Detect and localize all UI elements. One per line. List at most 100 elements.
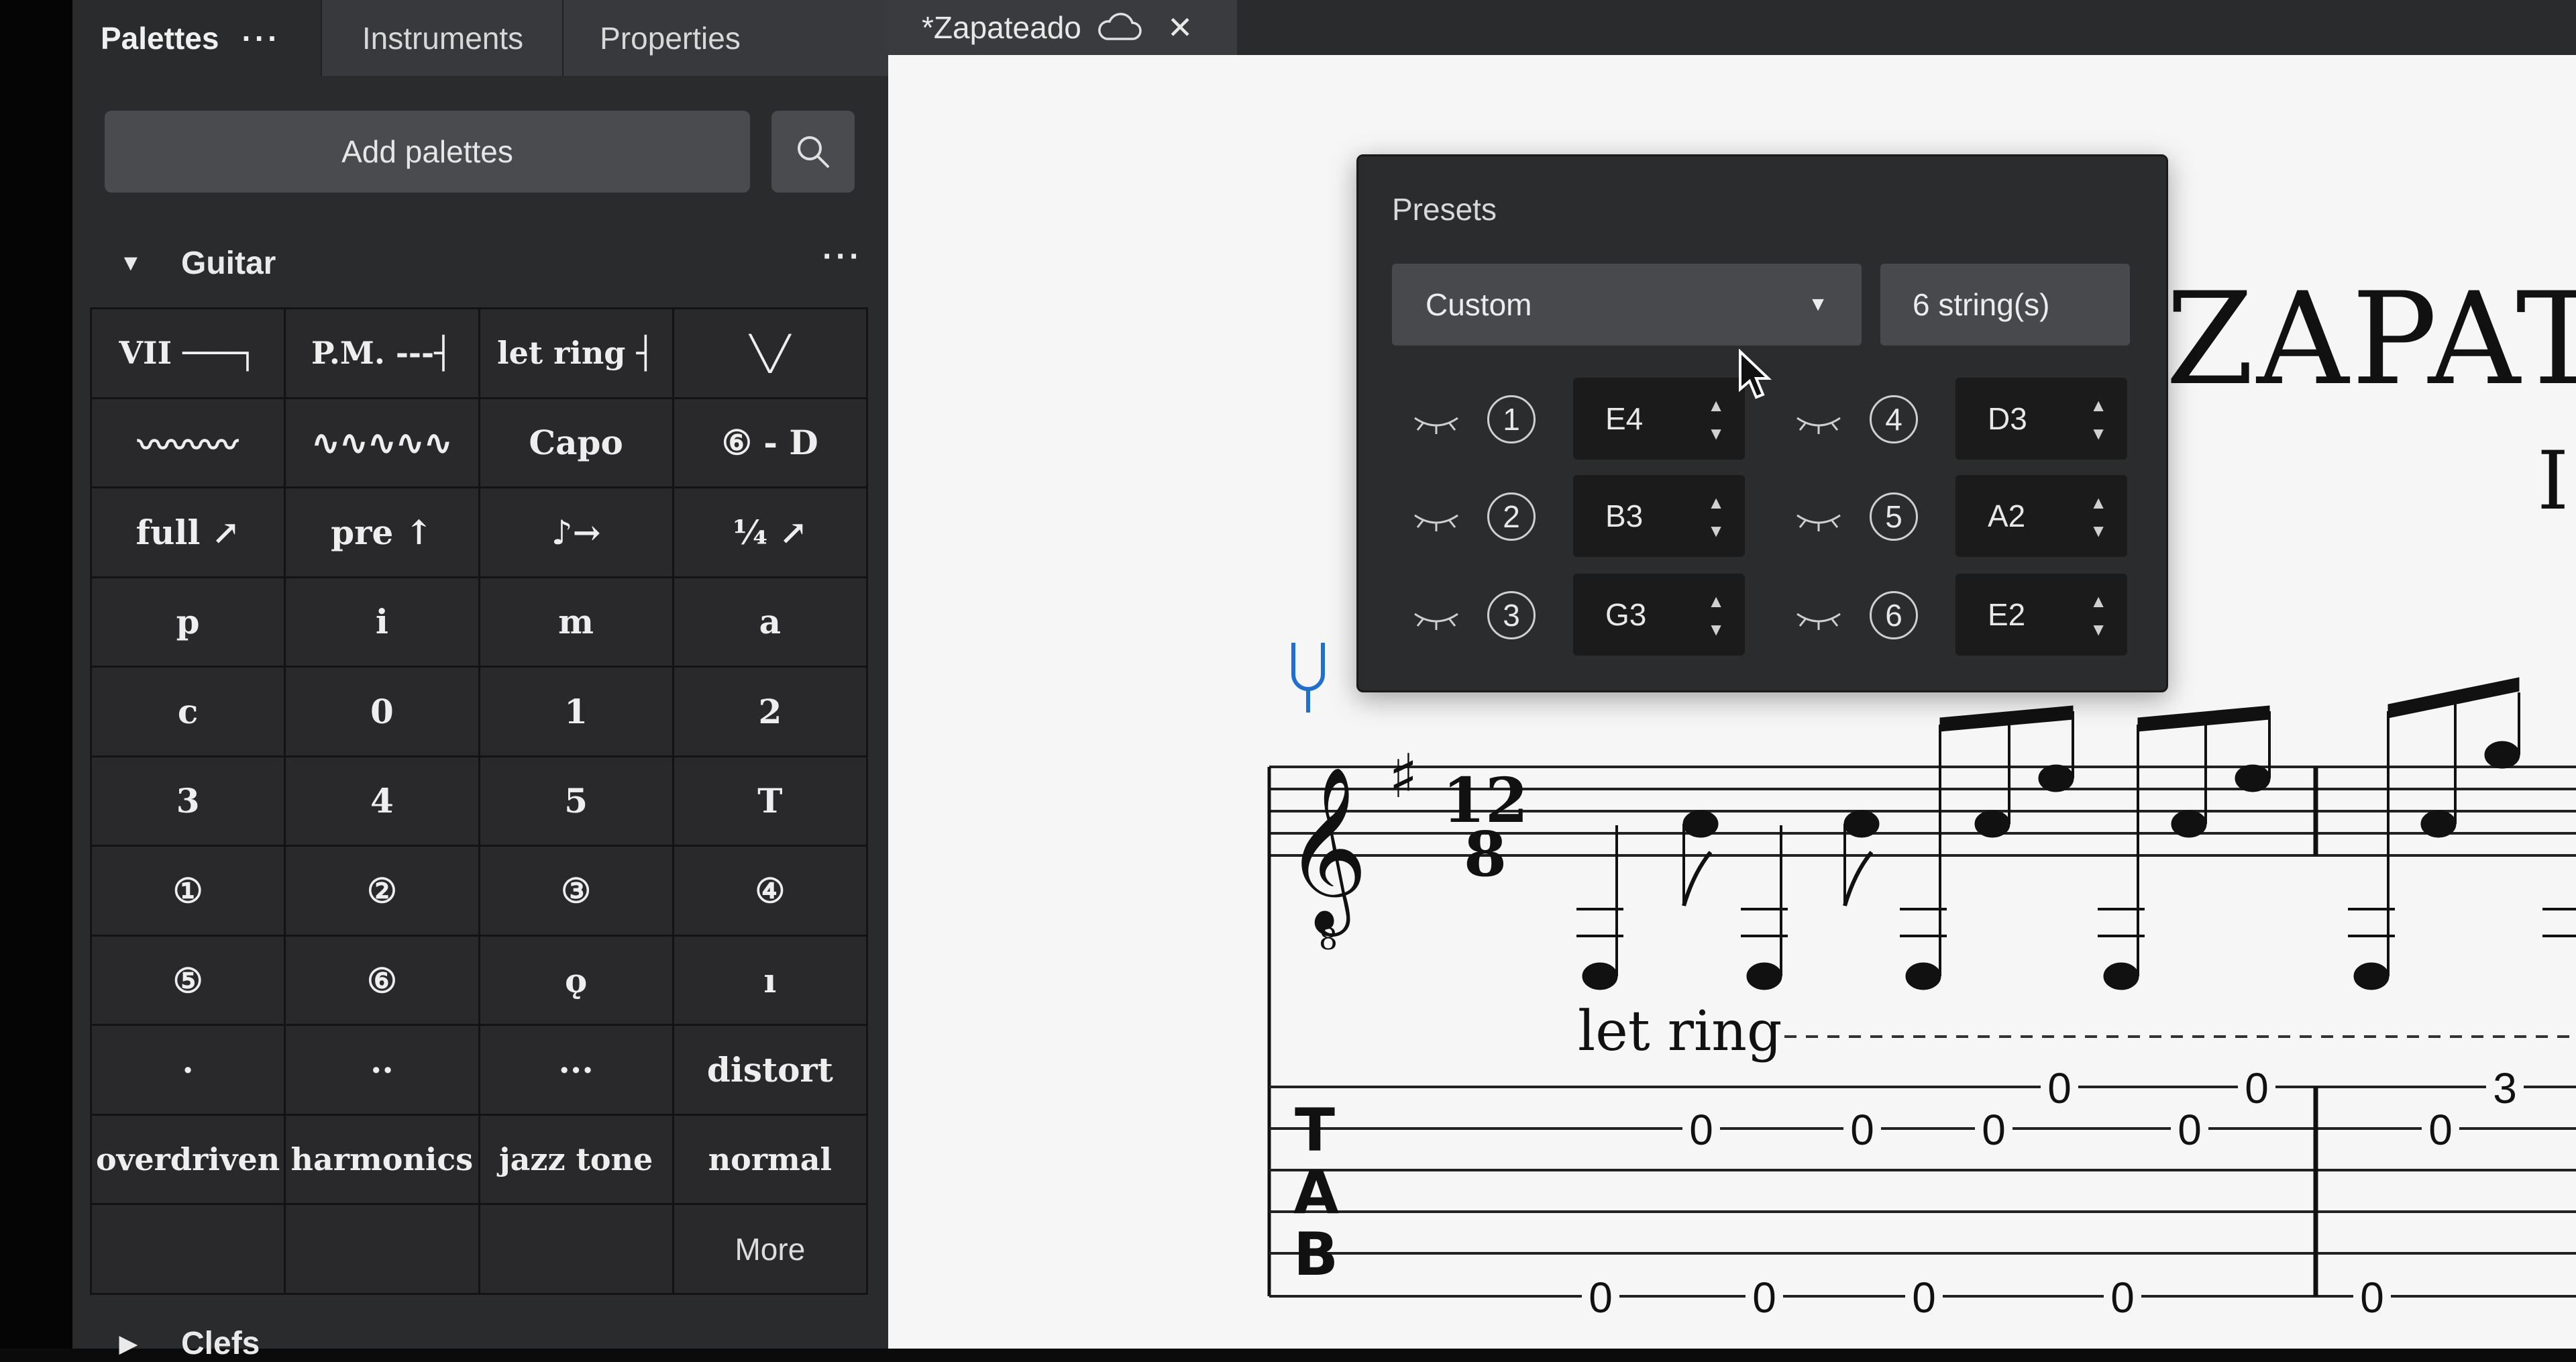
guitar-palette-header[interactable]: ▼ Guitar ··· <box>72 238 888 292</box>
dropdown-caret-icon: ▼ <box>1808 293 1828 315</box>
expand-arrow-icon[interactable]: ▶ <box>119 1330 137 1357</box>
collapse-arrow-icon[interactable]: ▼ <box>119 250 142 276</box>
palette-cell[interactable]: overdriven <box>92 1115 284 1204</box>
string-tuning-spinbox[interactable]: D3 ▲ ▼ <box>1955 378 2127 460</box>
preset-dropdown[interactable]: Custom ▼ <box>1392 264 1862 346</box>
tuning-value: B3 <box>1605 499 1644 533</box>
palette-cell[interactable]: a <box>674 578 866 666</box>
spinbox-arrows-icon[interactable]: ▲ ▼ <box>1707 488 1725 545</box>
document-tab[interactable]: *Zapateado ✕ <box>888 0 1237 55</box>
palette-cell[interactable]: pre ↑ <box>286 488 478 576</box>
eye-closed-icon[interactable] <box>1409 407 1463 437</box>
tuning-fork-icon[interactable] <box>1291 643 1325 713</box>
tab-number: 0 <box>2178 1106 2202 1154</box>
spinbox-arrows-icon[interactable]: ▲ ▼ <box>2090 488 2107 545</box>
palette-empty-cell <box>480 1205 672 1293</box>
let-ring-text[interactable]: let ring <box>1578 1000 1782 1063</box>
tab-fret-numbers: 0 0 3 0 0 0 0 0 0 0 0 0 0 <box>1582 1064 2524 1322</box>
tab-clef-a: A <box>1293 1158 1339 1227</box>
string-tunings-popup: Presets Custom ▼ 6 string(s) 1 E4 ▲ ▼ 2 B3… <box>1356 154 2168 692</box>
tab-palettes[interactable]: Palettes ··· <box>72 0 321 76</box>
palette-more-button[interactable]: More <box>674 1205 866 1293</box>
spinbox-arrows-icon[interactable]: ▲ ▼ <box>1707 391 1725 448</box>
palette-cell[interactable]: ı <box>674 936 866 1025</box>
palette-cell[interactable]: 〰〰〰 <box>92 399 284 487</box>
palette-cell[interactable]: · <box>92 1026 284 1114</box>
tab-number: 0 <box>2245 1064 2269 1112</box>
palette-cell[interactable]: ♪→ <box>480 488 672 576</box>
string-number: 6 <box>1870 591 1918 639</box>
guitar-palette-title: Guitar <box>181 246 276 281</box>
spinbox-arrows-icon[interactable]: ▲ ▼ <box>1707 587 1725 643</box>
palette-cell[interactable]: distort <box>674 1026 866 1114</box>
tab-bar-filler <box>775 0 888 76</box>
eye-closed-icon[interactable] <box>1792 407 1845 437</box>
add-palettes-button[interactable]: Add palettes <box>105 111 750 193</box>
palette-cell[interactable]: ③ <box>480 847 672 935</box>
string-row-5: 5 A2 ▲ ▼ <box>1792 475 2127 564</box>
guitar-more-icon[interactable]: ··· <box>822 238 863 275</box>
palette-cell[interactable]: 0 <box>286 668 478 755</box>
string-tuning-spinbox[interactable]: A2 ▲ ▼ <box>1955 475 2127 557</box>
palette-cell[interactable]: 5 <box>480 757 672 845</box>
string-tuning-spinbox[interactable]: E2 ▲ ▼ <box>1955 574 2127 656</box>
tab-clef-b: B <box>1293 1220 1338 1289</box>
tab-properties-label: Properties <box>600 20 741 56</box>
palette-cell[interactable]: VII ───┐ <box>92 309 284 397</box>
palette-cell[interactable]: 4 <box>286 757 478 845</box>
tuning-value: E2 <box>1988 597 2026 632</box>
bass-notes <box>1576 711 2576 990</box>
string-tuning-spinbox[interactable]: B3 ▲ ▼ <box>1573 475 1745 557</box>
palette-cell[interactable]: 2 <box>674 668 866 755</box>
tab-number: 0 <box>1850 1106 1874 1154</box>
tab-instruments[interactable]: Instruments <box>321 0 564 76</box>
search-button[interactable] <box>771 111 855 193</box>
palette-cell[interactable]: ¼ ↗ <box>674 488 866 576</box>
palette-cell[interactable]: harmonics <box>286 1115 478 1204</box>
palette-cell[interactable]: Capo <box>480 399 672 487</box>
palette-cell[interactable]: 1 <box>480 668 672 755</box>
tab-properties[interactable]: Properties <box>562 0 778 76</box>
eye-closed-icon[interactable] <box>1792 603 1845 633</box>
eye-closed-icon[interactable] <box>1409 505 1463 534</box>
palette-cell[interactable]: p <box>92 578 284 666</box>
palette-cell[interactable]: ·· <box>286 1026 478 1114</box>
string-tuning-spinbox[interactable]: E4 ▲ ▼ <box>1573 378 1745 460</box>
palette-cell[interactable]: ··· <box>480 1026 672 1114</box>
tab-number: 0 <box>2428 1106 2453 1154</box>
palette-empty-cell <box>92 1205 284 1293</box>
eye-closed-icon[interactable] <box>1792 505 1845 534</box>
document-tab-title: *Zapateado <box>922 10 1081 45</box>
palette-cell[interactable]: i <box>286 578 478 666</box>
palette-cell[interactable]: full ↗ <box>92 488 284 576</box>
palette-cell[interactable]: ⑥ <box>286 936 478 1025</box>
palette-cell[interactable]: P.M. ---┤ <box>286 309 478 397</box>
palette-cell[interactable]: T <box>674 757 866 845</box>
palette-cell[interactable]: jazz tone <box>480 1115 672 1204</box>
tuning-value: E4 <box>1605 401 1644 436</box>
palette-cell[interactable]: ② <box>286 847 478 935</box>
palette-cell[interactable]: c <box>92 668 284 755</box>
palette-cell[interactable]: ④ <box>674 847 866 935</box>
palette-cell[interactable]: ∿∿∿∿∿ <box>286 399 478 487</box>
palette-cell[interactable]: normal <box>674 1115 866 1204</box>
string-tuning-spinbox[interactable]: G3 ▲ ▼ <box>1573 574 1745 656</box>
spinbox-arrows-icon[interactable]: ▲ ▼ <box>2090 391 2107 448</box>
palette-cell[interactable]: 3 <box>92 757 284 845</box>
string-count-value: 6 string(s) <box>1913 287 2050 322</box>
tab-clef-t: T <box>1295 1096 1335 1165</box>
eye-closed-icon[interactable] <box>1409 603 1463 633</box>
close-tab-icon[interactable]: ✕ <box>1167 9 1193 46</box>
string-count-dropdown[interactable]: 6 string(s) <box>1880 264 2130 346</box>
palette-cell[interactable]: let ring ┤ <box>480 309 672 397</box>
palette-cell[interactable]: ⑤ <box>92 936 284 1025</box>
palette-cell[interactable]: ① <box>92 847 284 935</box>
palette-cell[interactable]: ǫ <box>480 936 672 1025</box>
spinbox-arrows-icon[interactable]: ▲ ▼ <box>2090 587 2107 643</box>
palette-cell[interactable]: ⑥ - D <box>674 399 866 487</box>
palette-cell[interactable]: ╲╱ <box>674 309 866 397</box>
palettes-more-icon[interactable]: ··· <box>241 20 280 56</box>
clefs-palette-header[interactable]: ▶ Clefs <box>72 1325 888 1361</box>
string-row-6: 6 E2 ▲ ▼ <box>1792 574 2127 662</box>
palette-cell[interactable]: m <box>480 578 672 666</box>
